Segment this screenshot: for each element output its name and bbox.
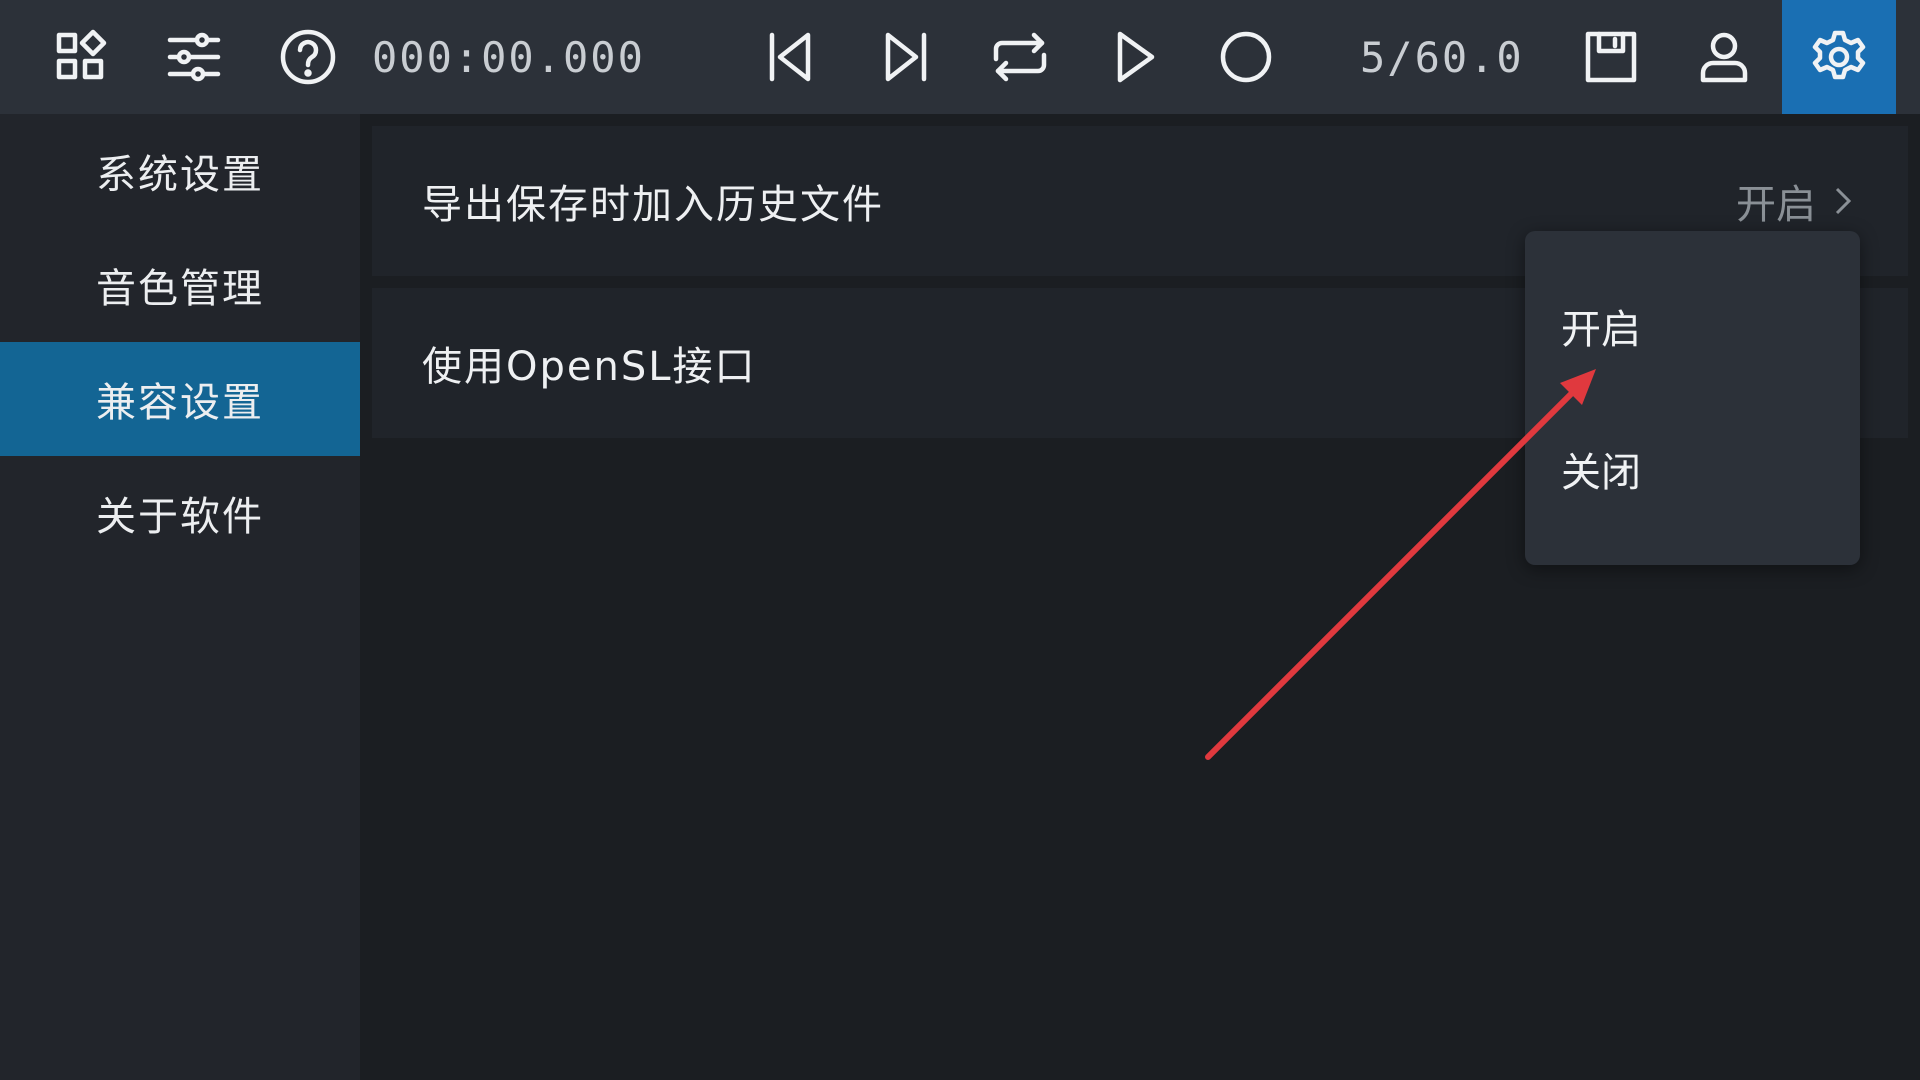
repeat-icon: [993, 32, 1047, 82]
settings-icon: [1812, 30, 1866, 80]
skip-end-button[interactable]: [850, 0, 962, 114]
skip-start-button[interactable]: [734, 0, 846, 114]
sidebar-item-about[interactable]: 关于软件: [0, 456, 360, 570]
dropdown-option-on[interactable]: 开启: [1525, 276, 1860, 376]
sidebar-item-system-settings[interactable]: 系统设置: [0, 114, 360, 228]
settings-sidebar: 系统设置 音色管理 兼容设置 关于软件: [0, 114, 360, 1080]
help-icon: [280, 29, 336, 85]
time-display: 000:00.000: [372, 32, 645, 82]
measure-counter: 5/60.0: [1360, 32, 1524, 82]
user-button[interactable]: [1668, 0, 1780, 114]
sliders-icon: [167, 32, 221, 82]
apps-button[interactable]: [25, 0, 137, 114]
top-toolbar: 000:00.000 5/60.0: [0, 0, 1920, 114]
mixer-button[interactable]: [138, 0, 250, 114]
save-button[interactable]: [1555, 0, 1667, 114]
dropdown-option-off[interactable]: 关闭: [1525, 419, 1860, 519]
help-button[interactable]: [252, 0, 364, 114]
skip-end-icon: [885, 32, 927, 82]
chevron-right-icon: [1835, 187, 1852, 215]
user-icon: [1700, 32, 1748, 83]
apps-icon: [56, 29, 107, 80]
setting-label: 导出保存时加入历史文件: [422, 182, 884, 228]
skip-start-icon: [769, 32, 811, 82]
record-icon: [1220, 31, 1272, 83]
play-icon: [1117, 31, 1155, 83]
setting-label: 使用OpenSL接口: [422, 344, 757, 390]
option-dropdown: 开启 关闭: [1525, 231, 1860, 565]
sidebar-item-voice-management[interactable]: 音色管理: [0, 228, 360, 342]
sidebar-item-compatibility-settings[interactable]: 兼容设置: [0, 342, 360, 456]
record-button[interactable]: [1190, 0, 1302, 114]
settings-button[interactable]: [1782, 0, 1896, 114]
save-icon: [1585, 31, 1637, 83]
play-button[interactable]: [1078, 0, 1190, 114]
setting-value-text: 开启: [1736, 182, 1816, 228]
repeat-button[interactable]: [964, 0, 1076, 114]
